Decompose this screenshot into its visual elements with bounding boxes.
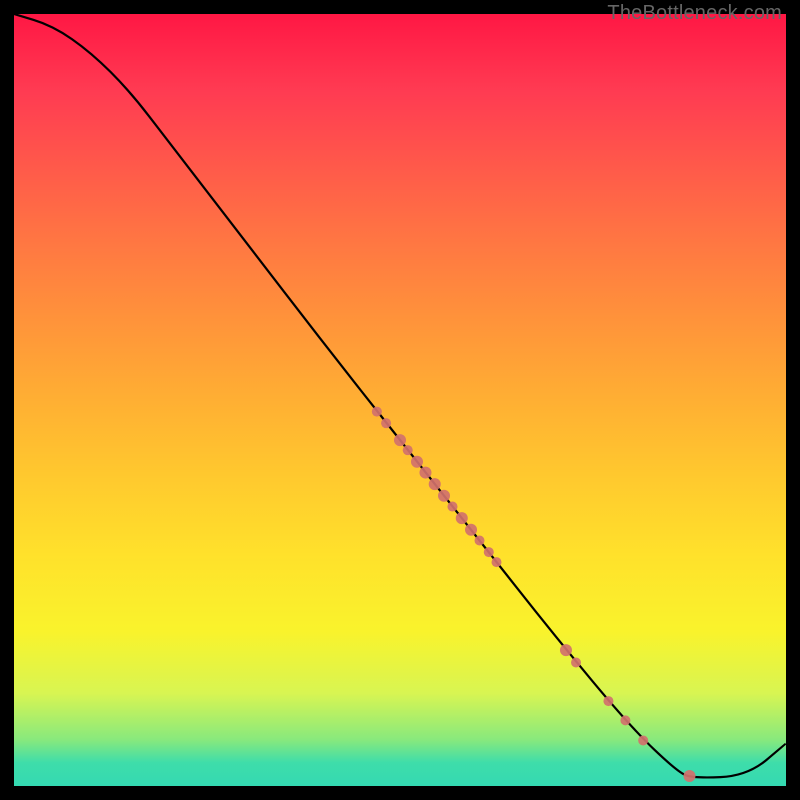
scatter-point [475,536,485,546]
chart-area [14,14,786,786]
scatter-point [456,512,468,524]
scatter-point [381,418,391,428]
scatter-point [684,770,696,782]
scatter-point [438,490,450,502]
scatter-point [620,715,630,725]
watermark-text: TheBottleneck.com [607,2,782,25]
scatter-point [571,657,581,667]
scatter-point [638,735,648,745]
scatter-point [465,524,477,536]
scatter-point [484,547,494,557]
bottleneck-curve [14,14,786,777]
scatter-point [492,557,502,567]
scatter-point [603,696,613,706]
scatter-point [429,478,441,490]
scatter-point [394,434,406,446]
scatter-point [403,445,413,455]
scatter-points-group [372,407,696,782]
scatter-point [372,407,382,417]
scatter-point [419,467,431,479]
chart-overlay [14,14,786,786]
scatter-point [560,644,572,656]
scatter-point [411,456,423,468]
scatter-point [447,502,457,512]
